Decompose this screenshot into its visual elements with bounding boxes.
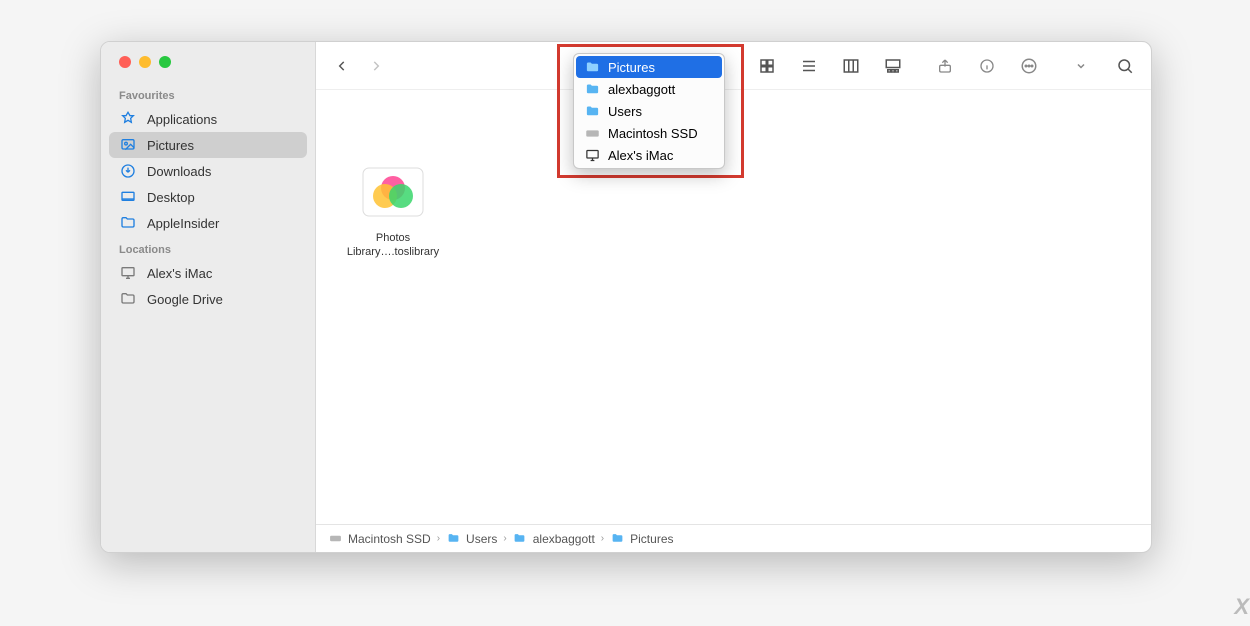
sidebar-item-label: Google Drive bbox=[147, 292, 223, 307]
photos-library-icon bbox=[359, 158, 427, 226]
popover-item-macintosh-ssd[interactable]: Macintosh SSD bbox=[576, 122, 722, 144]
popover-item-label: alexbaggott bbox=[608, 82, 675, 97]
popover-item-label: Macintosh SSD bbox=[608, 126, 698, 141]
sidebar-item-desktop[interactable]: Desktop bbox=[109, 184, 307, 210]
sidebar-item-label: Desktop bbox=[147, 190, 195, 205]
file-item-photos-library[interactable]: Photos Library….toslibrary bbox=[348, 158, 438, 260]
disk-icon bbox=[328, 532, 342, 546]
chevron-right-icon: › bbox=[503, 533, 506, 544]
desktop-icon bbox=[119, 188, 137, 206]
chevron-right-icon: › bbox=[601, 533, 604, 544]
action-controls bbox=[931, 52, 1043, 80]
close-button[interactable] bbox=[119, 56, 131, 68]
view-icon-button[interactable] bbox=[753, 52, 781, 80]
folder-icon bbox=[584, 81, 600, 97]
path-crumb[interactable]: Macintosh SSD bbox=[348, 532, 431, 546]
dropdown-chevron-icon[interactable] bbox=[1067, 52, 1095, 80]
image-icon bbox=[119, 136, 137, 154]
path-crumb[interactable]: Pictures bbox=[630, 532, 673, 546]
sidebar-item-label: Downloads bbox=[147, 164, 211, 179]
popover-item-label: Users bbox=[608, 104, 642, 119]
path-crumb[interactable]: Users bbox=[466, 532, 497, 546]
sidebar-item-appleinsider[interactable]: AppleInsider bbox=[109, 210, 307, 236]
locations-heading: Locations bbox=[101, 236, 315, 260]
forward-button[interactable] bbox=[362, 52, 390, 80]
popover-item-pictures[interactable]: Pictures bbox=[576, 56, 722, 78]
file-label: Photos Library….toslibrary bbox=[347, 232, 439, 260]
finder-window: Favourites Applications Pictures Downloa… bbox=[100, 41, 1152, 553]
download-icon bbox=[119, 162, 137, 180]
imac-icon bbox=[584, 147, 600, 163]
sidebar-item-label: Alex's iMac bbox=[147, 266, 212, 281]
search-button[interactable] bbox=[1111, 52, 1139, 80]
app-icon bbox=[119, 110, 137, 128]
folder-icon bbox=[584, 103, 600, 119]
sidebar-item-label: AppleInsider bbox=[147, 216, 219, 231]
folder-icon bbox=[610, 532, 624, 546]
window-controls bbox=[101, 56, 315, 82]
title-path-popover: Pictures alexbaggott Users Macintosh SSD… bbox=[573, 53, 725, 169]
popover-item-label: Alex's iMac bbox=[608, 148, 673, 163]
folder-icon bbox=[513, 532, 527, 546]
folder-outline-icon bbox=[119, 290, 137, 308]
view-gallery-button[interactable] bbox=[879, 52, 907, 80]
watermark: X bbox=[1234, 594, 1250, 620]
sidebar: Favourites Applications Pictures Downloa… bbox=[101, 42, 316, 552]
main-area: Photos Library….toslibrary Macintosh SSD… bbox=[316, 42, 1151, 552]
popover-item-label: Pictures bbox=[608, 60, 655, 75]
sidebar-item-label: Pictures bbox=[147, 138, 194, 153]
view-list-button[interactable] bbox=[795, 52, 823, 80]
path-crumb[interactable]: alexbaggott bbox=[533, 532, 595, 546]
sidebar-item-downloads[interactable]: Downloads bbox=[109, 158, 307, 184]
popover-item-alexbaggott[interactable]: alexbaggott bbox=[576, 78, 722, 100]
minimize-button[interactable] bbox=[139, 56, 151, 68]
back-button[interactable] bbox=[328, 52, 356, 80]
sidebar-item-pictures[interactable]: Pictures bbox=[109, 132, 307, 158]
more-button[interactable] bbox=[1015, 52, 1043, 80]
chevron-right-icon: › bbox=[437, 533, 440, 544]
sidebar-item-google-drive[interactable]: Google Drive bbox=[109, 286, 307, 312]
view-column-button[interactable] bbox=[837, 52, 865, 80]
info-button[interactable] bbox=[973, 52, 1001, 80]
popover-item-alexs-imac[interactable]: Alex's iMac bbox=[576, 144, 722, 166]
maximize-button[interactable] bbox=[159, 56, 171, 68]
view-controls bbox=[753, 52, 907, 80]
folder-icon bbox=[119, 214, 137, 232]
sidebar-item-label: Applications bbox=[147, 112, 217, 127]
folder-icon bbox=[446, 532, 460, 546]
folder-icon bbox=[584, 59, 600, 75]
content-area[interactable]: Photos Library….toslibrary bbox=[316, 90, 1151, 524]
path-bar: Macintosh SSD › Users › alexbaggott › Pi… bbox=[316, 524, 1151, 552]
share-button[interactable] bbox=[931, 52, 959, 80]
toolbar bbox=[316, 42, 1151, 90]
popover-item-users[interactable]: Users bbox=[576, 100, 722, 122]
disk-icon bbox=[584, 125, 600, 141]
favourites-heading: Favourites bbox=[101, 82, 315, 106]
sidebar-item-alexs-imac[interactable]: Alex's iMac bbox=[109, 260, 307, 286]
sidebar-item-applications[interactable]: Applications bbox=[109, 106, 307, 132]
imac-icon bbox=[119, 264, 137, 282]
